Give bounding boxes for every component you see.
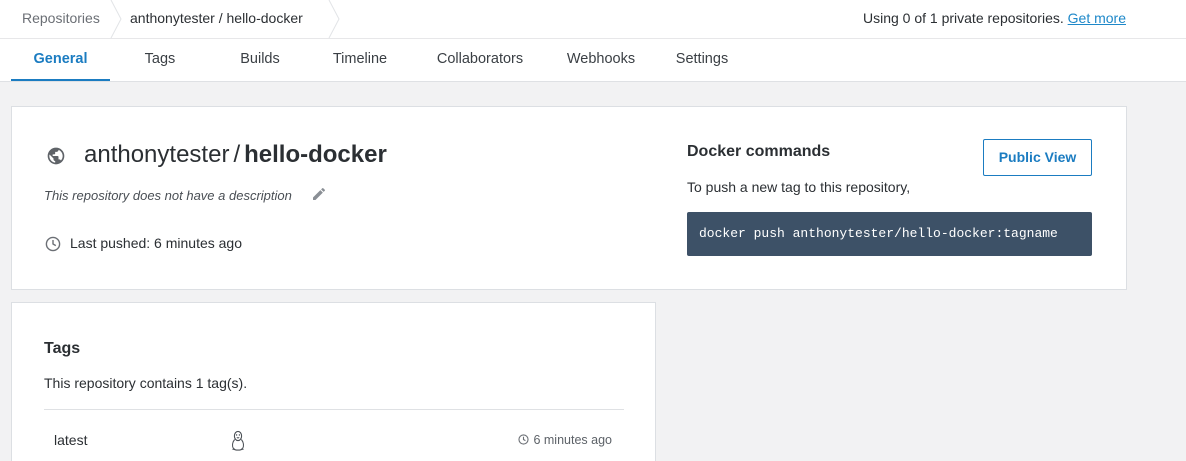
repo-separator: /: [233, 141, 241, 168]
tags-count: This repository contains 1 tag(s).: [44, 375, 248, 391]
tag-name[interactable]: latest: [54, 432, 87, 448]
tags-title: Tags: [44, 340, 81, 357]
breadcrumb-chevron-icon: [110, 0, 124, 38]
repo-name: hello-docker: [244, 141, 387, 168]
usage-text: Using 0 of 1 private repositories.: [862, 10, 1064, 26]
docker-commands-title: Docker commands: [687, 143, 831, 160]
last-pushed: Last pushed: 6 minutes ago: [70, 235, 243, 251]
clock-icon: [45, 236, 61, 252]
clock-icon: [518, 434, 530, 445]
repo-description: This repository does not have a descript…: [44, 188, 292, 203]
tab-builds[interactable]: Builds: [221, 39, 299, 81]
tags-card: Tags This repository contains 1 tag(s). …: [11, 302, 656, 461]
tag-row[interactable]: latest 6 minutes ago: [44, 410, 624, 461]
docker-push-command[interactable]: docker push anthonytester/hello-docker:t…: [687, 212, 1092, 256]
breadcrumb-repo[interactable]: anthonytester / hello-docker: [130, 0, 303, 38]
breadcrumb-repositories[interactable]: Repositories: [22, 0, 100, 38]
top-bar: Repositories anthonytester / hello-docke…: [0, 0, 1186, 39]
tag-updated-time: 6 minutes ago: [518, 433, 612, 447]
private-repo-usage: Using 0 of 1 private repositories. Get m…: [863, 0, 1126, 36]
tag-time-text: 6 minutes ago: [533, 433, 612, 447]
repo-tabs: General Tags Builds Timeline Collaborato…: [0, 39, 1186, 82]
breadcrumb-chevron-icon: [328, 0, 342, 38]
globe-icon: [46, 146, 66, 166]
tab-settings[interactable]: Settings: [665, 39, 739, 81]
docker-commands-text: To push a new tag to this repository,: [687, 179, 911, 195]
repo-info-card: anthonytester / hello-docker This reposito…: [11, 106, 1127, 290]
repo-namespace[interactable]: anthonytester: [84, 141, 229, 168]
pencil-icon[interactable]: [311, 186, 327, 202]
public-view-button[interactable]: Public View: [983, 139, 1092, 176]
linux-icon: [230, 430, 246, 452]
tab-webhooks[interactable]: Webhooks: [556, 39, 646, 81]
get-more-link[interactable]: Get more: [1068, 10, 1126, 26]
repo-title: anthonytester / hello-docker: [84, 141, 387, 169]
tab-tags[interactable]: Tags: [121, 39, 199, 81]
tab-general[interactable]: General: [11, 39, 110, 81]
tab-collaborators[interactable]: Collaborators: [425, 39, 535, 81]
tab-timeline[interactable]: Timeline: [321, 39, 399, 81]
